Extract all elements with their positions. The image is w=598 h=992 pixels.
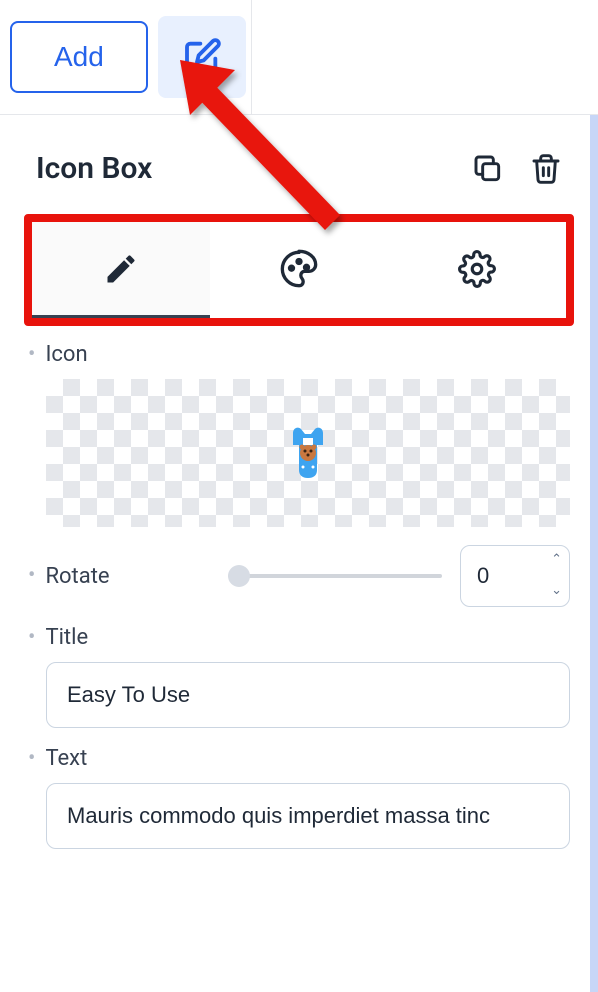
properties-panel: Icon Box — [0, 115, 598, 899]
tabs-highlight-box — [24, 214, 574, 326]
icon-field: • Icon — [28, 342, 570, 527]
stepper-down-icon[interactable]: ⌄ — [551, 584, 562, 597]
content-section: • Icon — [0, 326, 598, 875]
tab-style[interactable] — [210, 222, 388, 318]
icon-preview-image — [283, 425, 333, 481]
toolbar-divider — [251, 0, 252, 115]
rotate-label-text: Rotate — [45, 564, 109, 589]
scrollbar[interactable] — [590, 115, 598, 992]
bullet-icon: • — [28, 344, 35, 366]
icon-label-text: Icon — [45, 342, 87, 367]
stepper-up-icon[interactable]: ⌃ — [551, 553, 562, 566]
title-label-text: Title — [45, 625, 88, 650]
panel-header: Icon Box — [0, 115, 598, 204]
panel-title: Icon Box — [36, 151, 152, 186]
text-label: • Text — [28, 746, 570, 771]
bullet-icon: • — [28, 565, 35, 587]
tabs-container — [0, 214, 598, 326]
tab-content[interactable] — [32, 222, 210, 318]
text-input[interactable] — [46, 783, 570, 849]
pencil-square-icon — [182, 37, 222, 77]
rotate-slider[interactable] — [228, 564, 442, 588]
text-label-text: Text — [45, 746, 87, 771]
bullet-icon: • — [28, 748, 35, 770]
slider-track-line — [228, 574, 442, 578]
rotate-number-wrap: ⌃ ⌄ — [460, 545, 570, 607]
panel-actions — [472, 153, 562, 185]
duplicate-icon[interactable] — [472, 153, 504, 185]
rotate-field: • Rotate ⌃ ⌄ — [28, 545, 570, 607]
trash-icon[interactable] — [530, 153, 562, 185]
title-input[interactable] — [46, 662, 570, 728]
add-button[interactable]: Add — [10, 21, 148, 93]
title-label: • Title — [28, 625, 570, 650]
icon-preview[interactable] — [46, 379, 570, 527]
pencil-icon — [103, 251, 139, 287]
text-field: • Text — [28, 746, 570, 849]
palette-icon — [279, 249, 319, 289]
slider-thumb[interactable] — [228, 565, 250, 587]
gear-icon — [458, 250, 496, 288]
title-field: • Title — [28, 625, 570, 728]
number-stepper: ⌃ ⌄ — [551, 553, 562, 597]
bullet-icon: • — [28, 627, 35, 649]
rotate-label: • Rotate — [28, 564, 110, 589]
edit-mode-button[interactable] — [158, 16, 246, 98]
icon-label: • Icon — [28, 342, 570, 367]
top-toolbar: Add — [0, 0, 598, 115]
tab-settings[interactable] — [388, 222, 566, 318]
